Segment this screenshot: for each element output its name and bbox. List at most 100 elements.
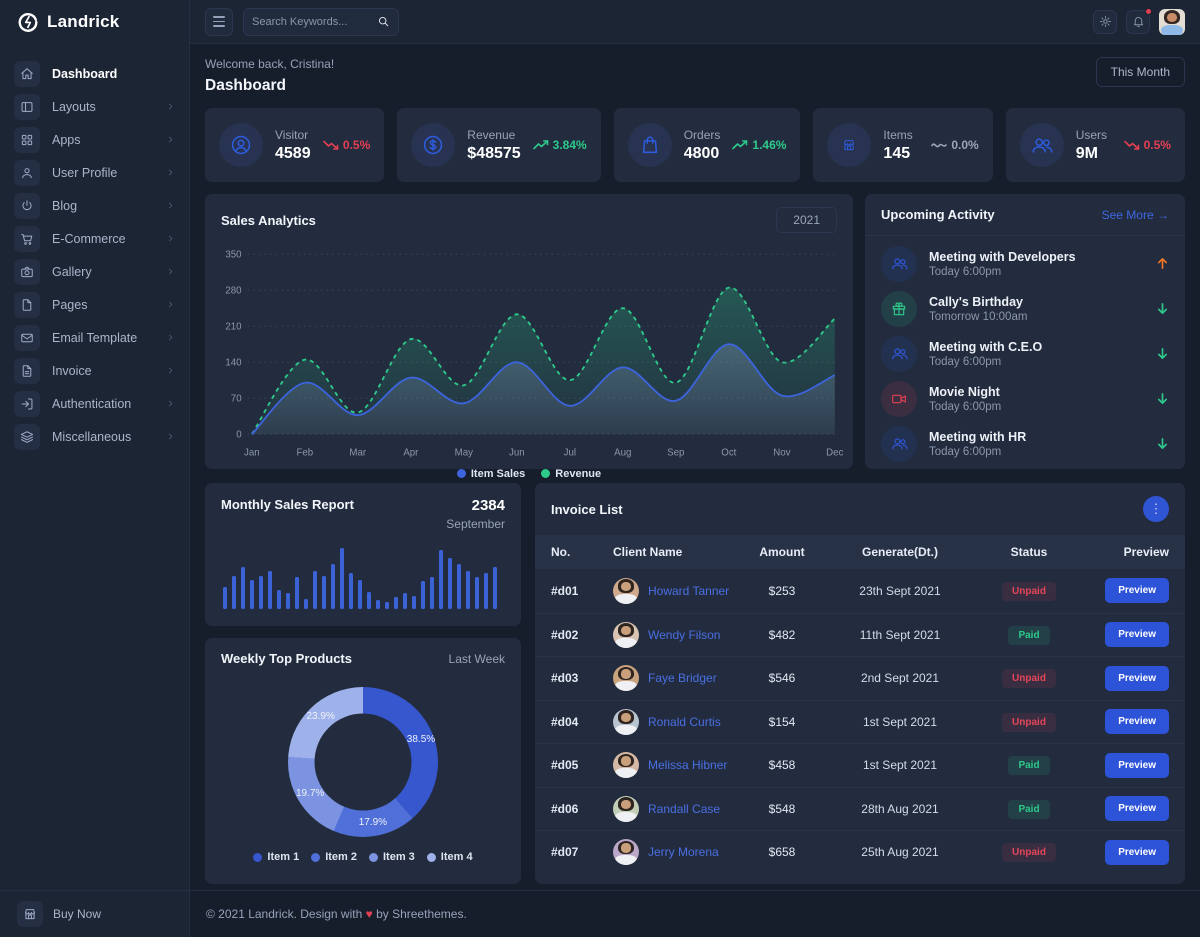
activity-item[interactable]: Cally's BirthdayTomorrow 10:00am: [881, 286, 1169, 331]
bar: [394, 597, 398, 609]
svg-text:Aug: Aug: [614, 448, 631, 459]
preview-button[interactable]: Preview: [1105, 709, 1169, 734]
avatar-image: [613, 578, 639, 604]
cart-icon: [14, 226, 40, 252]
weekly-top-products-card: Weekly Top Products Last Week 38.5%17.9%…: [205, 638, 521, 884]
client-name-link[interactable]: Howard Tanner: [648, 584, 729, 598]
sidebar-item-invoice[interactable]: Invoice: [0, 354, 189, 387]
sidebar-item-dashboard[interactable]: Dashboard: [0, 57, 189, 90]
invoice-amount: $548: [739, 802, 825, 816]
stat-value: $48575: [467, 145, 520, 163]
sidebar-item-blog[interactable]: Blog: [0, 189, 189, 222]
user-avatar[interactable]: [1159, 9, 1185, 35]
sidebar-item-gallery[interactable]: Gallery: [0, 255, 189, 288]
activity-item[interactable]: Meeting with C.E.OToday 6:00pm: [881, 331, 1169, 376]
sidebar-item-authentication[interactable]: Authentication: [0, 387, 189, 420]
dollar-circle-icon: [411, 123, 455, 167]
settings-button[interactable]: [1093, 10, 1117, 34]
preview-button[interactable]: Preview: [1105, 578, 1169, 603]
see-more-link[interactable]: See More →: [1102, 208, 1169, 222]
sidebar-item-label: Gallery: [52, 265, 92, 279]
bar: [331, 564, 335, 609]
buy-now-button[interactable]: Buy Now: [0, 890, 189, 937]
grid-icon: [14, 127, 40, 153]
sidebar-item-apps[interactable]: Apps: [0, 123, 189, 156]
svg-text:Nov: Nov: [773, 448, 790, 459]
svg-text:Oct: Oct: [721, 448, 736, 459]
invoice-date: 25th Aug 2021: [825, 845, 975, 859]
activity-title: Meeting with C.E.O: [929, 340, 1042, 354]
donut-slice-label: 23.9%: [303, 711, 339, 722]
sidebar-item-user-profile[interactable]: User Profile: [0, 156, 189, 189]
legend-item: Item 4: [427, 851, 473, 863]
monthly-sales-title: Monthly Sales Report: [221, 497, 354, 531]
notifications-button[interactable]: [1126, 10, 1150, 34]
activity-time: Tomorrow 10:00am: [929, 311, 1027, 323]
status-badge: Unpaid: [1002, 713, 1056, 732]
period-selector-button[interactable]: This Month: [1096, 57, 1185, 87]
sidebar-item-e-commerce[interactable]: E-Commerce: [0, 222, 189, 255]
svg-text:140: 140: [225, 357, 242, 368]
chevron-right-icon: [166, 333, 175, 342]
bar: [403, 593, 407, 609]
sidebar-item-email-template[interactable]: Email Template: [0, 321, 189, 354]
monthly-sales-card: Monthly Sales Report 2384 September: [205, 483, 521, 626]
status-badge: Paid: [1008, 756, 1049, 775]
sidebar-item-miscellaneous[interactable]: Miscellaneous: [0, 420, 189, 453]
activity-item[interactable]: Meeting with DevelopersToday 6:00pm: [881, 241, 1169, 286]
shopping-bag-icon: [628, 123, 672, 167]
avatar-image: [613, 839, 639, 865]
client-avatar: [613, 839, 639, 865]
avatar-image: [613, 796, 639, 822]
invoice-date: 1st Sept 2021: [825, 758, 975, 772]
invoice-menu-button[interactable]: ⋮: [1143, 496, 1169, 522]
sidebar-item-pages[interactable]: Pages: [0, 288, 189, 321]
activity-item[interactable]: Meeting with HRToday 6:00pm: [881, 421, 1169, 466]
preview-button[interactable]: Preview: [1105, 666, 1169, 691]
client-name-link[interactable]: Ronald Curtis: [648, 715, 721, 729]
bar: [358, 580, 362, 609]
activity-list: Meeting with DevelopersToday 6:00pmCally…: [865, 236, 1185, 466]
layers-icon: [14, 424, 40, 450]
weekly-top-products-title: Weekly Top Products: [221, 651, 352, 666]
sidebar-item-label: Dashboard: [52, 67, 117, 81]
client-name-link[interactable]: Melissa Hibner: [648, 758, 727, 772]
stat-label: Items: [883, 128, 912, 142]
stat-value: 145: [883, 145, 912, 163]
preview-button[interactable]: Preview: [1105, 753, 1169, 778]
footer: © 2021 Landrick. Design with ♥ by Shreet…: [190, 890, 1200, 937]
preview-button[interactable]: Preview: [1105, 796, 1169, 821]
sidebar-item-layouts[interactable]: Layouts: [0, 90, 189, 123]
products-donut-chart: 38.5%17.9%19.7%23.9%: [288, 687, 438, 837]
legend-dot-icon: [369, 853, 378, 862]
invoice-list-card: Invoice List ⋮ No.Client NameAmountGener…: [535, 483, 1185, 884]
client-name-link[interactable]: Faye Bridger: [648, 671, 717, 685]
arrow-down-icon: [1156, 347, 1169, 360]
upcoming-activity-title: Upcoming Activity: [881, 207, 995, 222]
topbar-actions: [1093, 9, 1185, 35]
svg-text:Jan: Jan: [244, 448, 260, 459]
stat-card-revenue: Revenue$485753.84%: [397, 108, 600, 182]
preview-button[interactable]: Preview: [1105, 622, 1169, 647]
activity-time: Today 6:00pm: [929, 266, 1076, 278]
team-icon: [881, 426, 917, 462]
bar: [295, 577, 299, 609]
brand-logo[interactable]: Landrick: [0, 0, 189, 44]
hamburger-menu-button[interactable]: [205, 8, 233, 36]
preview-button[interactable]: Preview: [1105, 840, 1169, 865]
stat-trend: 0.5%: [323, 138, 370, 152]
client-name-link[interactable]: Randall Case: [648, 802, 720, 816]
layout-icon: [14, 94, 40, 120]
bar: [484, 573, 488, 609]
client-name-link[interactable]: Wendy Filson: [648, 628, 720, 642]
topbar: [190, 0, 1200, 44]
invoice-amount: $458: [739, 758, 825, 772]
client-name-link[interactable]: Jerry Morena: [648, 845, 719, 859]
stat-trend: 0.0%: [931, 138, 978, 152]
activity-item[interactable]: Movie NightToday 6:00pm: [881, 376, 1169, 421]
search-input[interactable]: [252, 16, 371, 28]
bar: [385, 602, 389, 609]
year-selector[interactable]: 2021: [776, 207, 837, 233]
search-icon[interactable]: [377, 15, 390, 28]
legend-item: Revenue: [541, 468, 601, 480]
